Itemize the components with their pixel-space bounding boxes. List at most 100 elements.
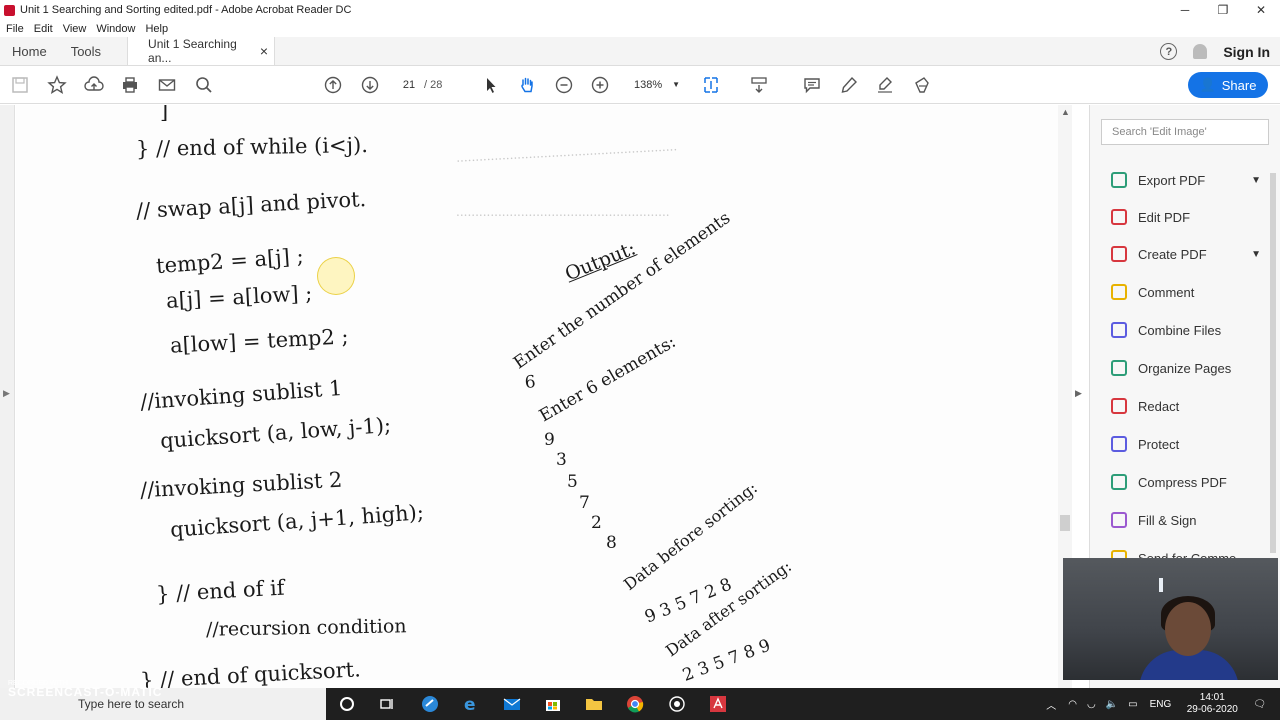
pdf-document-view[interactable]: ........................................… (16, 105, 1058, 688)
screencast-recorder-icon[interactable] (665, 692, 689, 716)
chevron-down-icon: ▼ (672, 80, 680, 89)
tab-bar: Home Tools Unit 1 Searching an... × ? Si… (0, 37, 1280, 66)
maximize-button[interactable]: ❐ (1204, 0, 1242, 20)
upload-cloud-icon[interactable] (84, 75, 104, 95)
expand-left-panel-icon[interactable]: ▶ (3, 388, 10, 399)
select-cursor-icon[interactable] (481, 75, 501, 95)
edge-legacy-icon[interactable] (418, 692, 442, 716)
network-icon[interactable]: ◠ (1068, 699, 1077, 710)
previous-page-icon[interactable] (323, 75, 343, 95)
save-icon[interactable] (10, 75, 30, 95)
chevron-down-icon[interactable]: ▼ (1251, 175, 1261, 186)
print-icon[interactable] (120, 75, 140, 95)
tab-home[interactable]: Home (0, 37, 59, 65)
tool-item-edit-pdf[interactable]: Edit PDF (1110, 206, 1275, 228)
menu-window[interactable]: Window (96, 23, 135, 35)
output-before-label: Data before sorting: (620, 478, 761, 594)
tools-search-input[interactable]: Search 'Edit Image' (1101, 119, 1269, 145)
code-line: } // end of while (i<j). (135, 132, 369, 162)
tool-item-redact[interactable]: Redact (1110, 395, 1275, 417)
zoom-in-icon[interactable] (590, 75, 610, 95)
tool-item-fill-sign[interactable]: Fill & Sign (1110, 509, 1275, 531)
tool-item-create-pdf[interactable]: Create PDF ▼ (1110, 243, 1275, 265)
scrollbar-thumb[interactable] (1060, 515, 1070, 531)
share-label: Share (1221, 77, 1257, 93)
next-page-icon[interactable] (360, 75, 380, 95)
task-view-icon[interactable] (375, 692, 399, 716)
scroll-mode-icon[interactable] (749, 75, 769, 95)
tab-document[interactable]: Unit 1 Searching an... × (127, 37, 276, 65)
tools-scrollbar-thumb[interactable] (1270, 173, 1276, 553)
tool-icon (1110, 245, 1128, 263)
system-tray: ︿ ◠ ◡ 🔈 ▭ ENG 14:01 29-06-2020 🗨 (1046, 688, 1280, 720)
sign-pen-icon[interactable] (875, 75, 895, 95)
output-input-value: 9 (544, 430, 555, 450)
clock-time: 14:01 (1199, 692, 1225, 703)
language-indicator[interactable]: ENG (1150, 699, 1172, 710)
left-navigation-rail: ▶ (0, 105, 15, 688)
battery-icon[interactable]: ▭ (1128, 699, 1137, 710)
chrome-icon[interactable] (623, 692, 647, 716)
tool-item-combine-files[interactable]: Combine Files (1110, 319, 1275, 341)
menu-file[interactable]: File (6, 23, 24, 35)
notification-center-icon[interactable]: 🗨 (1253, 699, 1266, 710)
tools-panel-scrollbar[interactable] (1270, 161, 1278, 561)
acrobat-app-icon (4, 4, 15, 16)
zoom-level-select[interactable]: 138% ▼ (626, 76, 682, 94)
tool-icon (1110, 283, 1128, 301)
output-input-value: 7 (579, 493, 590, 513)
tool-icon (1110, 473, 1128, 491)
zoom-out-icon[interactable] (554, 75, 574, 95)
person-add-icon: 👤 (1199, 77, 1216, 92)
page-number-input[interactable]: 21 (395, 76, 423, 94)
tool-item-comment[interactable]: Comment (1110, 281, 1275, 303)
menu-view[interactable]: View (63, 23, 87, 35)
tool-item-protect[interactable]: Protect (1110, 433, 1275, 455)
tool-item-compress-pdf[interactable]: Compress PDF (1110, 471, 1275, 493)
scroll-up-icon[interactable]: ▲ (1061, 107, 1070, 117)
menu-bar: File Edit View Window Help (0, 20, 1280, 37)
tool-item-export-pdf[interactable]: Export PDF ▼ (1110, 169, 1275, 191)
share-button[interactable]: 👤 Share (1188, 72, 1268, 98)
mail-icon[interactable] (500, 692, 524, 716)
chevron-down-icon[interactable]: ▼ (1251, 249, 1261, 260)
tool-icon (1110, 397, 1128, 415)
close-window-button[interactable]: ✕ (1242, 0, 1280, 20)
svg-text:e: e (464, 695, 476, 714)
hand-tool-icon[interactable] (517, 75, 537, 95)
cortana-icon[interactable] (335, 692, 359, 716)
close-tab-button[interactable]: × (260, 43, 268, 59)
help-icon[interactable]: ? (1160, 43, 1178, 60)
presenter-face (1165, 602, 1211, 656)
tool-label: Edit PDF (1138, 209, 1191, 225)
highlight-pen-icon[interactable] (839, 75, 859, 95)
tab-tools[interactable]: Tools (59, 37, 113, 65)
comment-icon[interactable] (802, 75, 822, 95)
chevron-up-icon[interactable]: ︿ (1046, 697, 1056, 712)
volume-icon[interactable]: 🔈 (1106, 699, 1118, 710)
edge-browser-icon[interactable]: e (459, 692, 483, 716)
tool-label: Create PDF (1138, 246, 1207, 262)
output-count-value: 6 (524, 372, 537, 393)
collapse-right-panel-icon[interactable]: ▶ (1075, 388, 1082, 399)
code-line: a[j] = a[low] ; (165, 281, 313, 313)
file-explorer-icon[interactable] (582, 692, 606, 716)
code-line: temp2 = a[j] ; (155, 243, 305, 279)
notification-bell-icon[interactable] (1193, 44, 1208, 59)
tool-item-organize-pages[interactable]: Organize Pages (1110, 357, 1275, 379)
fit-page-icon[interactable] (701, 75, 721, 95)
acrobat-taskbar-icon[interactable] (706, 692, 730, 716)
wifi-icon[interactable]: ◡ (1087, 699, 1096, 710)
taskbar-clock[interactable]: 14:01 29-06-2020 (1179, 692, 1245, 716)
search-zoom-icon[interactable] (194, 75, 214, 95)
tool-label: Organize Pages (1138, 360, 1232, 376)
code-line: quicksort (a, j+1, high); (169, 500, 425, 542)
menu-help[interactable]: Help (145, 23, 168, 35)
minimize-button[interactable]: ─ (1166, 0, 1204, 20)
bookmark-star-icon[interactable] (47, 75, 67, 95)
email-icon[interactable] (157, 75, 177, 95)
sign-in-link[interactable]: Sign In (1223, 44, 1270, 60)
store-icon[interactable] (541, 692, 565, 716)
menu-edit[interactable]: Edit (34, 23, 53, 35)
more-tools-icon[interactable] (912, 75, 932, 95)
